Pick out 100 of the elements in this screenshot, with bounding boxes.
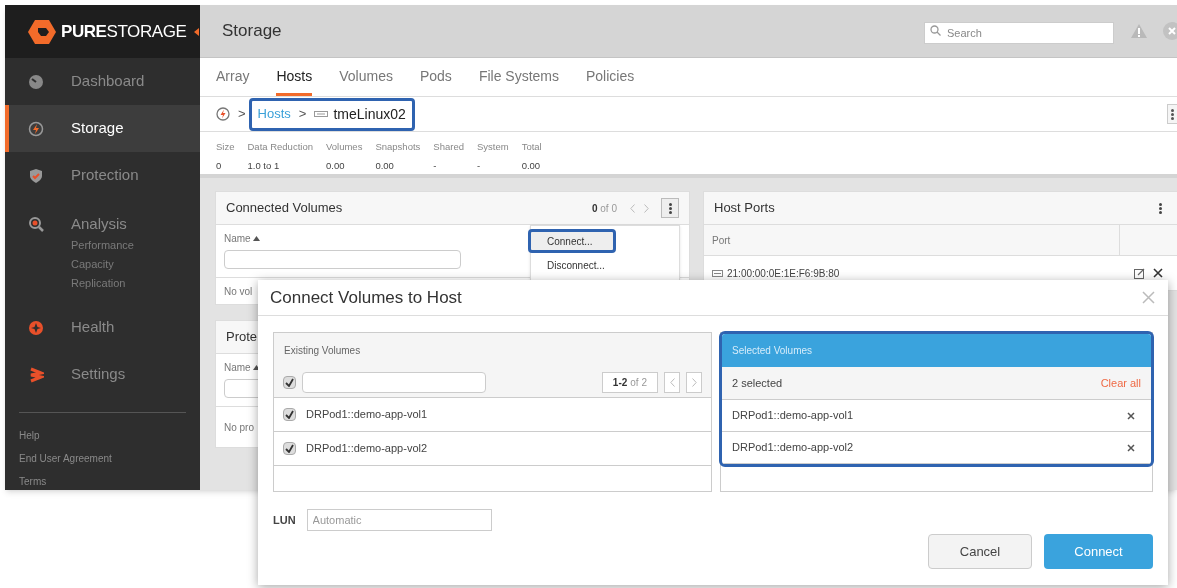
tab[interactable]: Volumes [339,58,393,96]
stat-label: Volumes [325,140,363,154]
empty-message: No vol [224,284,253,299]
cancel-button[interactable]: Cancel [928,534,1032,569]
empty-message: No pro [224,420,254,435]
panel-title: Connected Volumes [226,199,344,218]
check-icon [285,444,294,453]
stat-label: Shared [433,140,464,154]
more-button[interactable] [661,198,679,218]
edit-icon [1134,267,1145,279]
stat-label: Snapshots [375,140,421,154]
field-label: LUN [273,512,296,528]
host-icon [314,111,329,117]
page-title: Storage [222,20,283,43]
volume-name: DRPod1::demo-app-vol2 [732,440,855,456]
stat-value: 0.00 [325,159,346,174]
stat-label: System [476,140,509,154]
breadcrumb-separator: > [298,105,307,124]
nav-item[interactable]: Analysis [9,213,200,236]
next-button[interactable] [686,372,702,393]
column-header[interactable]: Name [224,231,251,246]
nav-item[interactable]: Health [9,316,200,339]
footer-link[interactable]: Terms [19,473,186,490]
gauge-icon [28,73,44,90]
connect-button[interactable]: Connect [1044,534,1153,569]
column-header: Port [704,225,1120,255]
menu-item[interactable]: Disconnect... [531,253,679,277]
volume-name: DRPod1::demo-app-vol2 [306,441,428,457]
dialog-title: Connect Volumes to Host [270,286,463,309]
port-icon [712,269,723,277]
tab[interactable]: Policies [586,58,635,96]
nav-item[interactable]: Protection [9,164,200,187]
pager-text: 1-2 of 2 [601,372,658,393]
panel-title: Existing Volumes [274,333,711,368]
kebab-icon [668,202,672,214]
more-button[interactable] [1167,104,1177,124]
star-circle-icon [28,319,44,336]
stat-label: Total [521,140,542,154]
chevron-left-icon [629,203,635,213]
checkbox[interactable] [283,442,296,455]
chevron-right-icon [691,378,697,387]
remove-icon [1127,443,1135,452]
stat-value: 0.00 [521,159,542,174]
stat-label: Size [216,140,235,154]
lun-field[interactable]: Automatic [306,509,492,531]
pager-text: 0 of 0 [591,201,617,216]
logo-icon [27,18,57,45]
table-cell-text: 21:00:00:0E:1E:F6:9B:80 [727,266,841,281]
warning-icon [1130,23,1148,39]
tab[interactable]: Pods [419,58,452,96]
brand-name: PURESTORAGE [61,20,187,43]
footer-link[interactable]: End User Agreement [19,450,186,467]
check-icon [285,410,294,419]
checkbox[interactable] [283,376,296,389]
check-icon [285,378,294,387]
breadcrumb-separator: > [238,105,246,124]
tab[interactable]: Array [216,58,250,96]
close-icon [1153,268,1163,278]
nav-subitem[interactable]: Replication [9,273,200,293]
panel-title: Selected Volumes [722,334,1151,367]
shield-icon [28,167,44,184]
stat-value: 1.0 to 1 [247,159,281,174]
tab[interactable]: File Systems [478,58,559,96]
chevron-right-icon [643,203,649,213]
close-button[interactable] [1140,289,1156,306]
magnifier-icon [28,216,44,233]
stat-label: Data Reduction [247,140,313,154]
volume-name: DRPod1::demo-app-vol1 [306,407,428,423]
breadcrumb-current: tmeLinux02 [333,104,406,124]
nav-item[interactable]: Settings [9,363,200,386]
chevron-left-icon [669,378,675,387]
footer-link[interactable]: Help [19,427,186,444]
selection-count: 2 selected [732,375,784,391]
previous-button[interactable] [664,372,680,393]
clear-all-link[interactable]: Clear all [1100,374,1141,392]
bolt-icon [216,107,230,121]
filter-field[interactable] [302,372,486,393]
menu-item[interactable]: Connect... [528,229,616,253]
stat-value: - [476,159,482,174]
column-header[interactable]: Name [224,360,251,375]
zigzag-icon [28,366,44,383]
nav-subitem[interactable]: Capacity [9,254,200,274]
remove-icon [1127,411,1135,420]
sort-up-icon [252,236,260,241]
checkbox[interactable] [283,408,296,421]
bolt-icon [28,120,44,137]
nav-item[interactable]: Dashboard [9,70,200,93]
nav-subitem[interactable]: Performance [9,235,200,255]
stat-value: 0 [216,159,223,174]
panel-title: Prote [226,328,259,347]
stat-value: - [433,159,438,174]
close-icon [1141,291,1155,304]
volume-name: DRPod1::demo-app-vol1 [732,408,855,424]
search-field[interactable]: Search [924,22,1114,44]
filter-field[interactable] [224,250,461,269]
stat-value: 0.00 [375,159,395,174]
panel-title: Host Ports [714,199,776,218]
breadcrumb-link[interactable]: Hosts [257,104,291,124]
kebab-icon [1159,202,1162,214]
kebab-icon [1171,108,1174,120]
